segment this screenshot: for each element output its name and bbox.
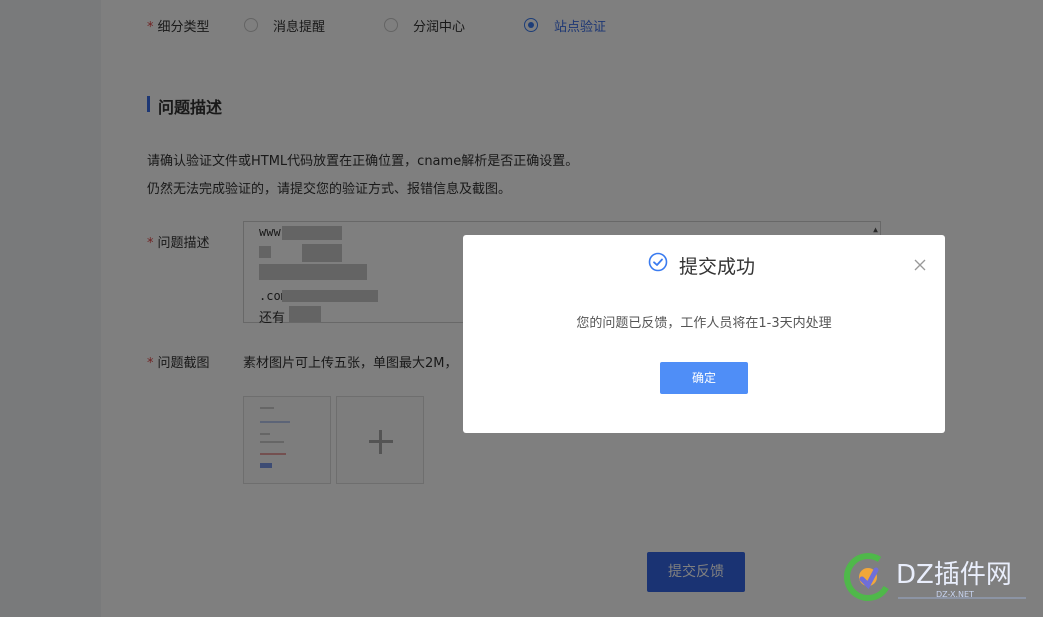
- watermark-text: DZ插件网: [896, 560, 1012, 590]
- success-dialog: 提交成功 您的问题已反馈，工作人员将在1-3天内处理 确定: [463, 235, 945, 433]
- dialog-title: 提交成功: [679, 256, 756, 278]
- confirm-button[interactable]: 确定: [660, 362, 748, 394]
- close-icon[interactable]: [914, 259, 926, 271]
- check-circle-icon: [648, 252, 668, 272]
- watermark-subtext: DZ-X.NET: [936, 590, 974, 599]
- dialog-message: 您的问题已反馈，工作人员将在1-3天内处理: [576, 316, 832, 331]
